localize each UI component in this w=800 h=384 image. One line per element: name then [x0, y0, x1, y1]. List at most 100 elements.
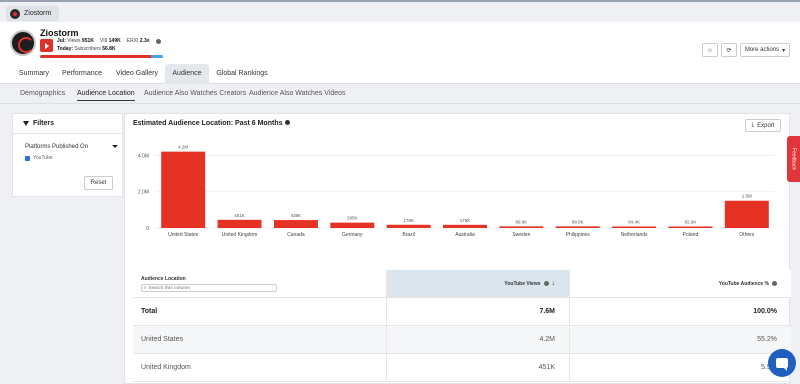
- sort-down-icon[interactable]: ↓: [552, 280, 556, 287]
- tab-video-gallery[interactable]: Video Gallery: [110, 64, 164, 84]
- bar-value-label: 4.2M: [178, 145, 188, 150]
- column-search-input[interactable]: ⌕ Search this column: [141, 283, 277, 292]
- bar: [724, 200, 769, 228]
- share-column-header[interactable]: YouTube Audience %: [569, 270, 791, 297]
- x-tick-label: Others: [739, 232, 755, 238]
- export-button[interactable]: ⤓ Export: [745, 119, 781, 132]
- checkbox-icon[interactable]: [25, 155, 30, 161]
- row-location: Total: [141, 308, 158, 315]
- views-column-header[interactable]: YouTube Views ↓: [386, 270, 569, 297]
- channel-stats: Jul: Views 951K VIII 149K ERXI 2.3x: [57, 38, 161, 44]
- bar-value-label: 84.4K: [628, 219, 640, 224]
- y-tick-label: 4.0M: [138, 153, 149, 159]
- avatar: [10, 30, 36, 56]
- subtab-demographics[interactable]: Demographics: [20, 90, 65, 97]
- bar-value-label: 451K: [234, 213, 245, 218]
- tab-audience[interactable]: Audience: [165, 64, 209, 84]
- bar-value-label: 1.5M: [742, 194, 752, 199]
- search-icon: ⌕: [144, 285, 147, 290]
- bar: [161, 151, 206, 228]
- export-icon: ⤓: [751, 122, 755, 128]
- table-row[interactable]: Total 7.6M 100.0%: [133, 298, 791, 326]
- row-location: United Kingdom: [141, 364, 191, 371]
- bar-value-label: 178K: [403, 218, 414, 223]
- bar-value-label: 88.8K: [572, 219, 584, 224]
- more-actions-label: More actions: [744, 47, 780, 53]
- today-subscribers: Today: Subscribers 56.8K: [57, 46, 116, 52]
- filters-title: Filters: [33, 120, 55, 127]
- bar-value-label: 295K: [347, 216, 358, 221]
- channel-avatar-icon: [10, 8, 20, 19]
- progress-remainder: [150, 55, 163, 58]
- stat-erxi: ERXI 2.3x: [126, 38, 150, 44]
- x-tick-label: Germany: [342, 232, 363, 238]
- subscriber-progress-bar: [40, 55, 163, 58]
- info-icon[interactable]: [284, 120, 290, 125]
- bar: [555, 226, 600, 228]
- caret-down-icon[interactable]: [112, 145, 118, 148]
- favorite-button[interactable]: ☆: [702, 43, 718, 57]
- more-actions-button[interactable]: More actions ▾: [740, 43, 790, 57]
- info-icon[interactable]: [155, 38, 161, 44]
- feedback-tab[interactable]: Feedback: [787, 136, 800, 182]
- y-tick-label: 0: [146, 226, 149, 232]
- row-views: 451K: [386, 354, 569, 381]
- x-tick-label: Sweden: [512, 232, 530, 238]
- filter-icon: [23, 121, 29, 126]
- row-location: United States: [141, 336, 184, 343]
- subtab-audience-location[interactable]: Audience Location: [77, 90, 135, 101]
- channel-tab-label: Ziostorm: [24, 10, 52, 17]
- channel-tab-pill[interactable]: Ziostorm: [6, 6, 60, 21]
- bar: [668, 226, 713, 228]
- sub-tabs: Demographics Audience Location Audience …: [0, 84, 800, 104]
- chevron-down-icon: ▾: [782, 47, 786, 54]
- bar: [499, 226, 544, 228]
- filters-header: Filters: [13, 114, 122, 134]
- tab-global-rankings[interactable]: Global Rankings: [212, 64, 272, 84]
- youtube-filter-option[interactable]: YouTube: [25, 155, 53, 161]
- audience-location-panel: Estimated Audience Location: Past 6 Mont…: [124, 113, 791, 384]
- platforms-filter-label[interactable]: Platforms Published On: [25, 144, 88, 150]
- subtab-also-watches-creators[interactable]: Audience Also Watches Creators: [144, 90, 246, 97]
- location-column-header: Audience Location ⌕ Search this column: [133, 270, 386, 297]
- chat-icon: [776, 358, 788, 371]
- bar: [273, 220, 318, 228]
- bar: [443, 224, 487, 228]
- tab-performance[interactable]: Performance: [58, 64, 106, 84]
- x-tick-label: Canada: [287, 232, 305, 238]
- bar-value-label: 436K: [291, 213, 302, 218]
- x-tick-label: United States: [168, 232, 199, 238]
- table-row[interactable]: United States 4.2M 55.2%: [133, 326, 791, 354]
- audience-location-table: Audience Location ⌕ Search this column Y…: [133, 270, 791, 382]
- star-icon: ☆: [707, 47, 713, 54]
- table-row[interactable]: United Kingdom 451K 5.9%: [133, 354, 791, 382]
- reset-button[interactable]: Reset: [84, 176, 113, 190]
- row-share: 55.2%: [569, 326, 791, 353]
- youtube-option-label: YouTube: [33, 155, 53, 161]
- x-tick-label: Australia: [455, 232, 475, 238]
- bar-value-label: 82.6K: [685, 219, 697, 224]
- x-tick-label: Netherlands: [621, 232, 648, 238]
- export-label: Export: [757, 122, 775, 129]
- refresh-button[interactable]: ⟳: [721, 43, 737, 57]
- x-tick-label: Philippines: [566, 232, 591, 238]
- main-tabs: Summary Performance Video Gallery Audien…: [0, 64, 800, 84]
- top-bar: Ziostorm: [0, 0, 800, 22]
- y-tick-label: 2.0M: [138, 190, 149, 196]
- stat-vii: VIII 149K: [99, 38, 121, 44]
- x-tick-label: Poland: [683, 232, 699, 238]
- channel-header: Ziostorm Jul: Views 951K VIII 149K ERXI …: [0, 22, 800, 64]
- subtab-also-watches-videos[interactable]: Audience Also Watches Videos: [249, 90, 346, 97]
- row-share: 5.9%: [569, 354, 791, 381]
- bar: [217, 219, 262, 228]
- info-icon[interactable]: [543, 281, 549, 286]
- info-icon[interactable]: [772, 281, 777, 286]
- chat-button[interactable]: [768, 349, 796, 377]
- row-views: 7.6M: [386, 298, 569, 325]
- tab-summary[interactable]: Summary: [12, 64, 56, 84]
- filters-panel: Filters Platforms Published On YouTube R…: [12, 113, 123, 197]
- bar-value-label: 175K: [460, 218, 471, 223]
- bar-value-label: 89.6K: [515, 219, 527, 224]
- youtube-icon: [40, 39, 53, 52]
- row-share: 100.0%: [569, 298, 791, 325]
